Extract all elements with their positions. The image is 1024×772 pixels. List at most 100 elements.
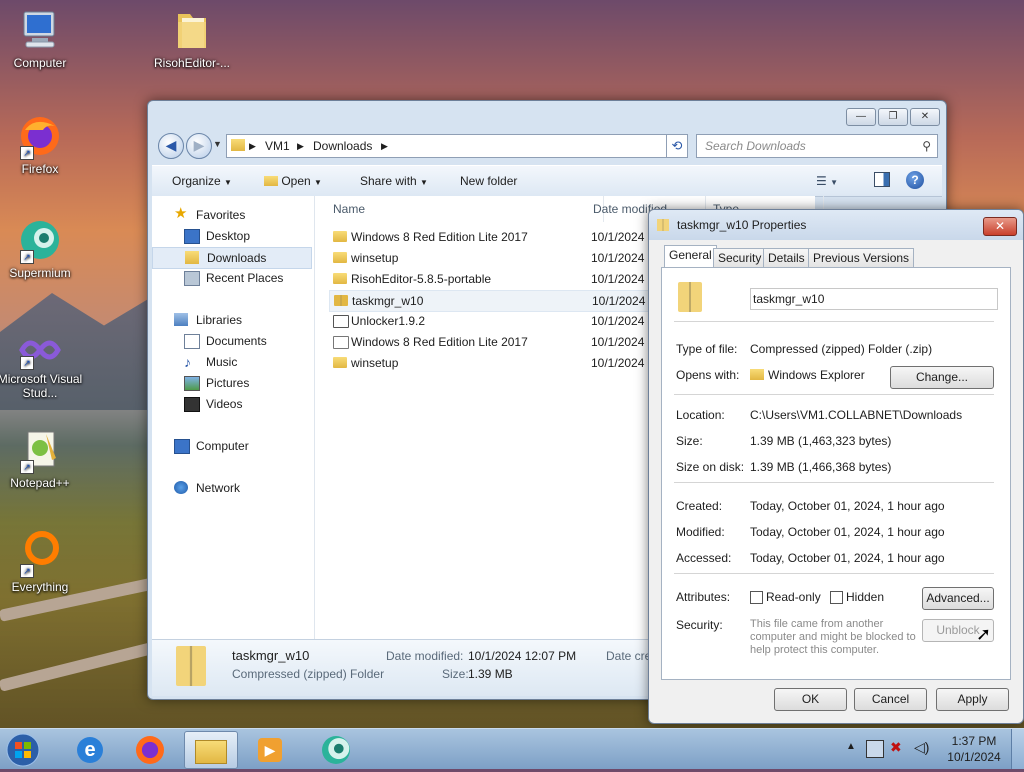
refresh-icon[interactable]: ⟲ bbox=[666, 134, 688, 158]
desktop-icon-firefox[interactable]: ↗ Firefox bbox=[0, 112, 80, 176]
created-label: Created: bbox=[676, 499, 723, 513]
firefox-icon bbox=[136, 736, 164, 764]
folder-icon bbox=[195, 740, 227, 764]
tab-label: Details bbox=[768, 251, 805, 265]
back-button[interactable]: ◀ bbox=[158, 133, 184, 159]
desktop-icon bbox=[184, 229, 200, 244]
nav-libraries[interactable]: Libraries bbox=[152, 310, 310, 330]
desktop-icon-everything[interactable]: ↗ Everything bbox=[0, 530, 80, 594]
network-status-icon[interactable]: ✖ bbox=[890, 739, 902, 756]
clock[interactable]: 1:37 PM 10/1/2024 bbox=[944, 733, 1004, 765]
tab-details[interactable]: Details bbox=[763, 248, 810, 268]
nav-music[interactable]: ♪ Music bbox=[152, 352, 310, 372]
taskbar-firefox[interactable] bbox=[124, 731, 176, 767]
action-center-icon[interactable] bbox=[866, 740, 884, 758]
firefox-icon: ↗ bbox=[16, 112, 64, 160]
view-options-icon[interactable]: ☰ ▼ bbox=[816, 174, 838, 188]
volume-icon[interactable]: ◁) bbox=[914, 739, 929, 756]
nav-videos[interactable]: Videos bbox=[152, 394, 310, 414]
hidden-label: Hidden bbox=[846, 590, 885, 604]
new-folder-button[interactable]: New folder bbox=[460, 174, 517, 188]
network-icon bbox=[174, 481, 188, 494]
window-controls: — ❐ ✕ bbox=[846, 108, 940, 126]
size-label: Size: bbox=[676, 434, 703, 448]
nav-documents[interactable]: Documents bbox=[152, 331, 310, 351]
chevron-down-icon: ▼ bbox=[224, 178, 232, 187]
close-button[interactable]: ✕ bbox=[910, 108, 940, 126]
tab-general[interactable]: General bbox=[664, 245, 717, 268]
breadcrumb-separator-icon: ▶ bbox=[297, 141, 304, 151]
chevron-down-icon: ▼ bbox=[314, 178, 322, 187]
taskbar-media-player[interactable]: ▶ bbox=[244, 731, 296, 767]
zip-folder-icon bbox=[678, 282, 702, 312]
organize-button[interactable]: Organize ▼ bbox=[172, 174, 232, 188]
taskbar-internet-explorer[interactable]: e bbox=[64, 731, 116, 767]
file-name-field[interactable]: taskmgr_w10 bbox=[750, 288, 998, 310]
nav-desktop[interactable]: Desktop bbox=[152, 226, 310, 246]
type-label: Type of file: bbox=[676, 342, 738, 356]
ok-button[interactable]: OK bbox=[774, 688, 847, 711]
advanced-button[interactable]: Advanced... bbox=[922, 587, 994, 610]
file-date: 10/1/2024 bbox=[592, 294, 646, 308]
close-icon[interactable]: ✕ bbox=[983, 217, 1017, 236]
nav-label: Desktop bbox=[206, 229, 251, 243]
readonly-label: Read-only bbox=[766, 590, 821, 604]
open-button[interactable]: Open ▼ bbox=[264, 174, 322, 188]
preview-pane-icon[interactable] bbox=[874, 172, 890, 187]
everything-icon: ↗ bbox=[16, 530, 64, 578]
search-input[interactable]: Search Downloads ⚲ bbox=[696, 134, 938, 158]
change-button[interactable]: Change... bbox=[890, 366, 994, 389]
desktop-icon-label: Computer bbox=[13, 56, 67, 70]
computer-icon bbox=[174, 439, 190, 454]
divider bbox=[674, 394, 994, 395]
nav-computer[interactable]: Computer bbox=[152, 436, 310, 456]
breadcrumb-item[interactable]: VM1 bbox=[265, 135, 290, 157]
taskbar-supermium[interactable] bbox=[310, 731, 362, 767]
file-date: 10/1/2024 bbox=[591, 314, 645, 328]
search-icon[interactable]: ⚲ bbox=[922, 135, 931, 157]
recent-pages-dropdown-icon[interactable]: ▼ bbox=[213, 139, 222, 149]
cancel-button[interactable]: Cancel bbox=[854, 688, 927, 711]
details-file-name: taskmgr_w10 bbox=[232, 648, 310, 663]
nav-pictures[interactable]: Pictures bbox=[152, 373, 310, 393]
apply-button[interactable]: Apply bbox=[936, 688, 1009, 711]
breadcrumb-item[interactable]: Downloads bbox=[313, 135, 372, 157]
nav-label: Videos bbox=[206, 397, 243, 411]
maximize-button[interactable]: ❐ bbox=[878, 108, 908, 126]
security-label: Security: bbox=[676, 618, 723, 632]
folder-icon bbox=[168, 6, 216, 54]
file-date: 10/1/2024 bbox=[591, 251, 645, 265]
button-label: Apply bbox=[957, 692, 988, 706]
readonly-checkbox[interactable] bbox=[750, 591, 763, 604]
desktop-icon-computer[interactable]: Computer bbox=[0, 6, 80, 70]
nav-recent-places[interactable]: Recent Places bbox=[152, 268, 310, 288]
nav-network[interactable]: Network bbox=[152, 478, 310, 498]
forward-button[interactable]: ▶ bbox=[186, 133, 212, 159]
nav-favorites[interactable]: ★ Favorites bbox=[152, 205, 310, 225]
desktop-icon-supermium[interactable]: ↗ Supermium bbox=[0, 216, 80, 280]
shortcut-arrow-icon: ↗ bbox=[20, 146, 34, 160]
help-icon[interactable]: ? bbox=[906, 171, 924, 189]
opens-with-text: Windows Explorer bbox=[768, 368, 865, 382]
desktop-icon-risoheditor[interactable]: RisohEditor-... bbox=[152, 6, 232, 70]
show-hidden-icons-icon[interactable]: ▲ bbox=[846, 741, 856, 752]
start-button[interactable] bbox=[4, 731, 44, 767]
desktop-icon-visual-studio[interactable]: ↗ Microsoft Visual Stud... bbox=[0, 330, 82, 400]
show-desktop-button[interactable] bbox=[1011, 729, 1024, 769]
recent-places-icon bbox=[184, 271, 200, 286]
zip-folder-icon bbox=[333, 357, 347, 368]
minimize-button[interactable]: — bbox=[846, 108, 876, 126]
tab-security[interactable]: Security bbox=[713, 248, 767, 268]
nav-downloads[interactable]: Downloads bbox=[152, 247, 312, 269]
nav-label: Recent Places bbox=[206, 271, 284, 285]
command-bar: Organize ▼ Open ▼ Share with ▼ New folde… bbox=[152, 165, 942, 197]
share-with-button[interactable]: Share with ▼ bbox=[360, 174, 428, 188]
hidden-checkbox[interactable] bbox=[830, 591, 843, 604]
taskbar-explorer[interactable] bbox=[184, 731, 238, 769]
tab-previous-versions[interactable]: Previous Versions bbox=[808, 248, 915, 268]
shortcut-arrow-icon: ↗ bbox=[20, 250, 34, 264]
desktop-icon-notepadpp[interactable]: ↗ Notepad++ bbox=[0, 426, 80, 490]
column-header-name[interactable]: Name bbox=[315, 196, 604, 222]
divider bbox=[674, 482, 994, 483]
address-bar[interactable]: ▶ VM1 ▶ Downloads ▶ ▼ bbox=[226, 134, 686, 158]
